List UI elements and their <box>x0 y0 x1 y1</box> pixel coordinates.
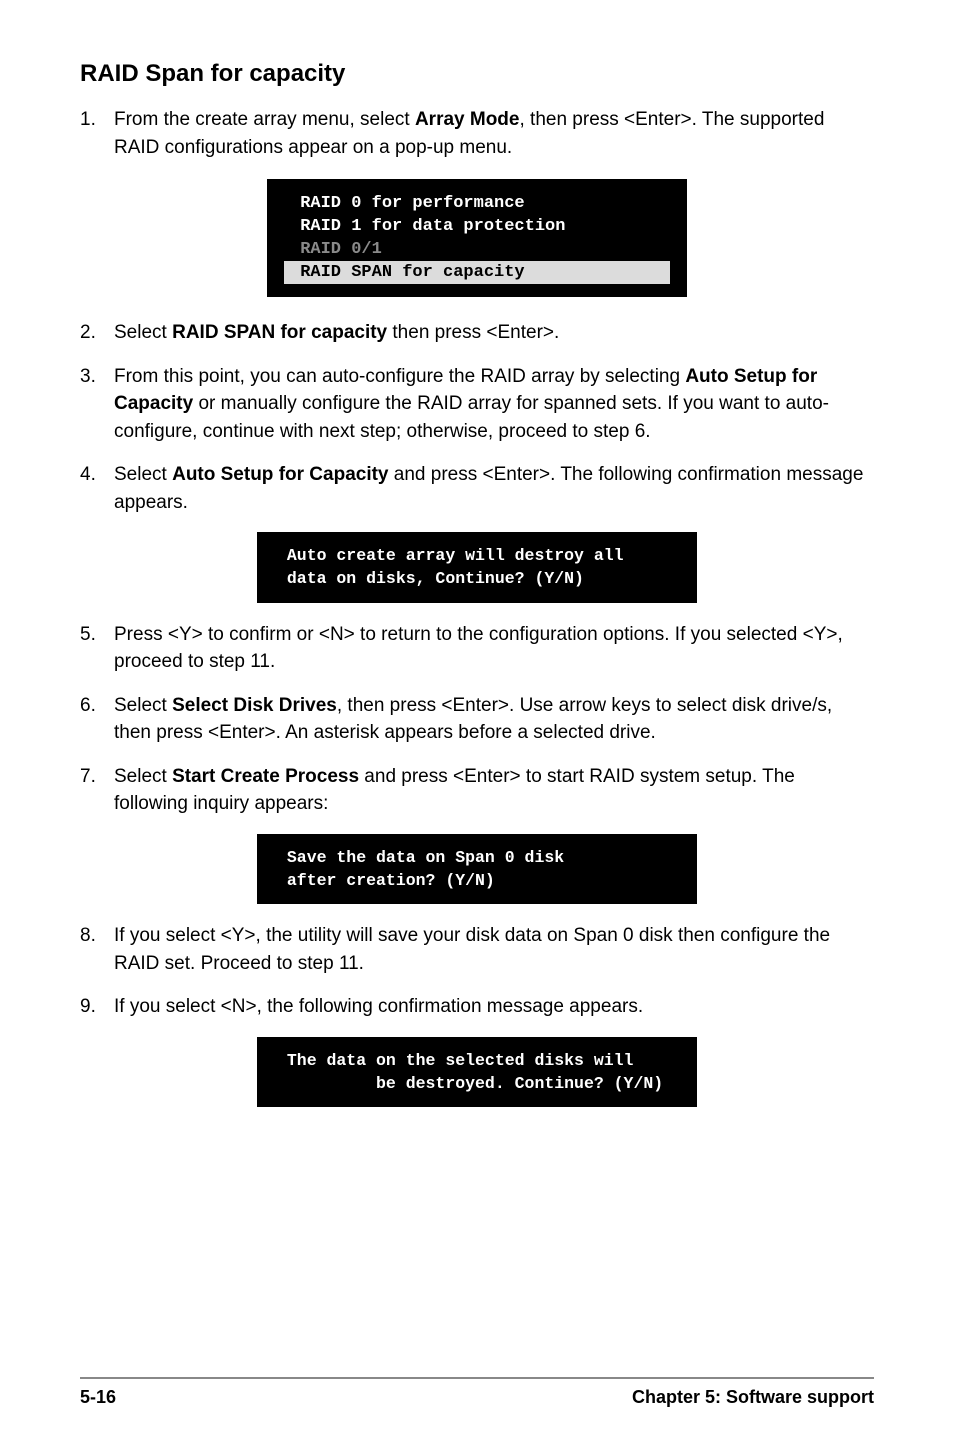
step-number: 4. <box>80 461 114 516</box>
step-item: 8. If you select <Y>, the utility will s… <box>80 922 874 977</box>
menu-line: RAID 0 for performance <box>284 192 670 215</box>
step-number: 2. <box>80 319 114 347</box>
steps-list: 8. If you select <Y>, the utility will s… <box>80 922 874 1021</box>
step-body: If you select <N>, the following confirm… <box>114 993 874 1021</box>
step-number: 7. <box>80 763 114 818</box>
step-body: Select Start Create Process and press <E… <box>114 763 874 818</box>
step-item: 1. From the create array menu, select Ar… <box>80 106 874 161</box>
step-body: From the create array menu, select Array… <box>114 106 874 161</box>
step-number: 5. <box>80 621 114 676</box>
step-body: If you select <Y>, the utility will save… <box>114 922 874 977</box>
step-item: 3. From this point, you can auto-configu… <box>80 363 874 446</box>
steps-list: 1. From the create array menu, select Ar… <box>80 106 874 161</box>
menu-line: RAID 1 for data protection <box>284 215 670 238</box>
menu-line-dim: RAID 0/1 <box>284 238 670 261</box>
step-item: 9. If you select <N>, the following conf… <box>80 993 874 1021</box>
confirmation-box-auto-create: Auto create array will destroy all data … <box>257 532 697 602</box>
step-body: Press <Y> to confirm or <N> to return to… <box>114 621 874 676</box>
confirmation-box-save-span: Save the data on Span 0 disk after creat… <box>257 834 697 904</box>
steps-list: 5. Press <Y> to confirm or <N> to return… <box>80 621 874 818</box>
confirmation-box-destroy: The data on the selected disks will be d… <box>257 1037 697 1107</box>
step-body: Select Auto Setup for Capacity and press… <box>114 461 874 516</box>
step-item: 2. Select RAID SPAN for capacity then pr… <box>80 319 874 347</box>
page-number: 5-16 <box>80 1387 116 1408</box>
step-body: From this point, you can auto-configure … <box>114 363 874 446</box>
steps-list: 2. Select RAID SPAN for capacity then pr… <box>80 319 874 516</box>
step-number: 9. <box>80 993 114 1021</box>
step-number: 8. <box>80 922 114 977</box>
step-body: Select RAID SPAN for capacity then press… <box>114 319 874 347</box>
step-item: 4. Select Auto Setup for Capacity and pr… <box>80 461 874 516</box>
page-footer: 5-16 Chapter 5: Software support <box>80 1387 874 1408</box>
menu-line-selected: RAID SPAN for capacity <box>284 261 670 284</box>
raid-mode-menu: RAID 0 for performance RAID 1 for data p… <box>267 179 687 297</box>
step-number: 6. <box>80 692 114 747</box>
step-item: 7. Select Start Create Process and press… <box>80 763 874 818</box>
step-number: 1. <box>80 106 114 161</box>
step-number: 3. <box>80 363 114 446</box>
step-item: 5. Press <Y> to confirm or <N> to return… <box>80 621 874 676</box>
chapter-title: Chapter 5: Software support <box>632 1387 874 1408</box>
step-body: Select Select Disk Drives, then press <E… <box>114 692 874 747</box>
footer-divider <box>80 1377 874 1379</box>
step-item: 6. Select Select Disk Drives, then press… <box>80 692 874 747</box>
section-heading: RAID Span for capacity <box>80 60 874 88</box>
